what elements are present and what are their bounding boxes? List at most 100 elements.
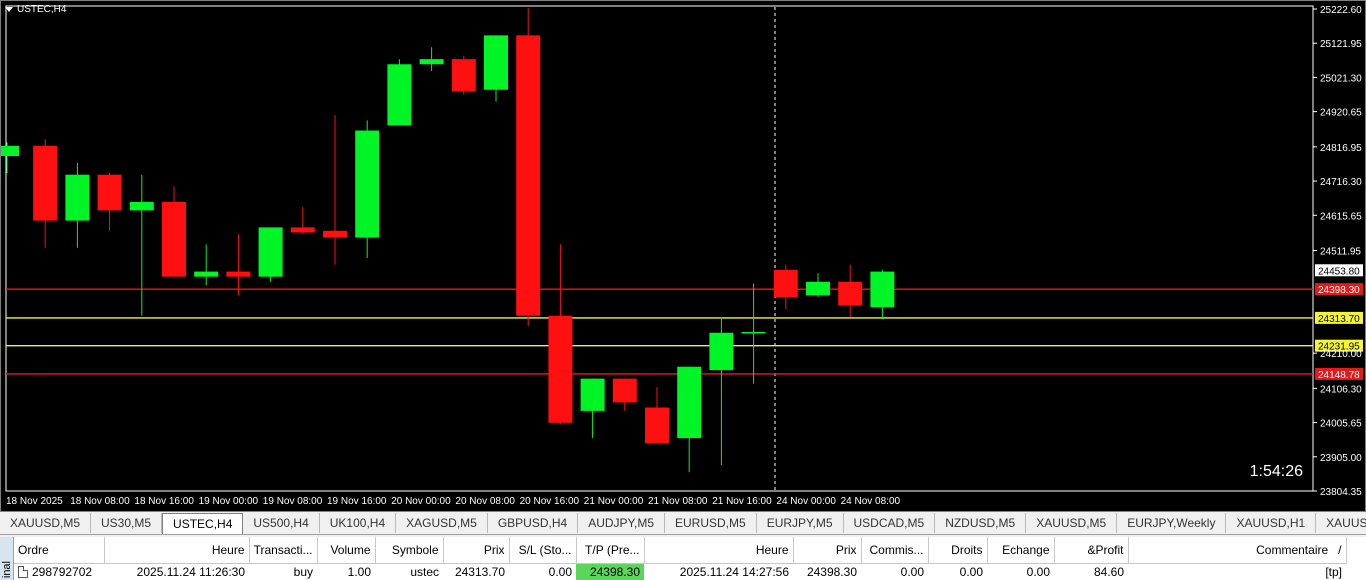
column-header[interactable]: Droits [928, 537, 988, 564]
dropdown-triangle-icon[interactable] [5, 7, 13, 12]
time-tick-label: 18 Nov 2025 [6, 496, 63, 507]
chart-tab-xauusd-m5[interactable]: XAUUSD,M5 [0, 513, 92, 533]
candle-body [290, 227, 315, 233]
chart-tab-nzdusd-m5[interactable]: NZDUSD,M5 [935, 513, 1027, 533]
current-price-label: 24453.80 [1318, 266, 1360, 277]
candle-body [1, 145, 19, 157]
candle [129, 174, 154, 316]
candle [451, 55, 476, 95]
table-cell: 298792702 [14, 563, 104, 580]
candle [33, 139, 58, 248]
price-level-label: 24148.78 [1318, 370, 1360, 381]
time-tick-label: 19 Nov 08:00 [263, 496, 323, 507]
column-header[interactable]: S/L (Sto... [509, 537, 577, 564]
time-tick-label: 24 Nov 08:00 [841, 496, 901, 507]
candle-body [516, 35, 541, 316]
candle [580, 378, 605, 439]
time-tick-label: 18 Nov 08:00 [70, 496, 130, 507]
candle [548, 244, 573, 425]
time-tick-label: 24 Nov 00:00 [776, 496, 836, 507]
column-header[interactable]: &Profit [1054, 537, 1129, 564]
candle [290, 206, 315, 235]
candle-body [258, 227, 283, 277]
chart-tab-us500-h4[interactable]: US500,H4 [243, 513, 320, 533]
candle-body [870, 271, 895, 308]
table-cell: 0.00 [1026, 564, 1050, 579]
table-cell: 0.00 [548, 564, 572, 579]
price-tick-label: 24816.95 [1320, 143, 1362, 154]
candle [484, 35, 508, 102]
chart-tab-ustec-h4[interactable]: USTEC,H4 [162, 513, 244, 534]
chart-symbol-label[interactable]: USTEC,H4 [5, 4, 66, 15]
column-header[interactable]: Heure [644, 537, 794, 564]
candle [65, 162, 90, 248]
time-tick-label: 21 Nov 08:00 [648, 496, 708, 507]
candle [355, 120, 380, 258]
candle-body [645, 407, 669, 444]
chart-tab-uk100-h4[interactable]: UK100,H4 [320, 513, 397, 533]
candle [516, 8, 541, 326]
column-header[interactable]: Transacti... [249, 537, 318, 564]
price-tick-label: 24210.00 [1320, 349, 1362, 360]
price-tick-label: 25021.30 [1320, 73, 1362, 84]
candle-body [773, 269, 798, 298]
chart-tab-xauusd-h1[interactable]: XAUUSD,H1 [1226, 513, 1317, 533]
candle-body [548, 315, 573, 423]
chart-tab-audjpy-m5[interactable]: AUDJPY,M5 [578, 513, 665, 533]
candle [1, 142, 19, 174]
time-tick-label: 20 Nov 08:00 [455, 496, 515, 507]
column-header[interactable]: Commentaire / [1128, 537, 1347, 564]
column-header[interactable]: Heure [104, 537, 250, 564]
time-tick-label: 19 Nov 00:00 [199, 496, 259, 507]
column-header[interactable]: Ordre [14, 537, 105, 564]
column-header[interactable]: Symbole [375, 537, 444, 564]
price-tick-label: 25222.60 [1320, 5, 1362, 16]
chart-tab-us30-m5[interactable]: US30,M5 [91, 513, 163, 533]
candle [162, 186, 186, 277]
candle-body [129, 201, 154, 211]
candle [677, 366, 702, 473]
price-chart[interactable]: 24398.3024313.7024231.9524148.7824453.80… [1, 1, 1365, 511]
column-header[interactable]: Echange [987, 537, 1055, 564]
column-header[interactable]: Volume [317, 537, 376, 564]
time-tick-label: 20 Nov 16:00 [520, 496, 580, 507]
table-cell: 2025.11.24 11:26:30 [136, 564, 245, 579]
column-header[interactable]: Commis... [861, 537, 929, 564]
candle [645, 387, 669, 444]
candle-body [806, 281, 830, 296]
price-tick-label: 24920.65 [1320, 108, 1362, 119]
time-tick-label: 21 Nov 00:00 [584, 496, 644, 507]
chart-tab-usdcad-m5[interactable]: USDCAD,M5 [844, 513, 936, 533]
column-header[interactable]: Prix [793, 537, 862, 564]
candle-body [33, 145, 58, 221]
chart-tab-xagusd-m5[interactable]: XAGUSD,M5 [396, 513, 488, 533]
price-level-label: 24313.70 [1318, 314, 1360, 325]
symbol-text: USTEC,H4 [17, 4, 67, 15]
chart-tab-eurusd-m5[interactable]: EURUSD,M5 [665, 513, 757, 533]
candle [838, 264, 863, 318]
column-header[interactable]: Prix [443, 537, 510, 564]
table-cell: 84.60 [1093, 564, 1124, 579]
bar-countdown: 1:54:26 [1249, 463, 1303, 480]
chart-window[interactable]: 24398.30 24313.70 24231.95 24148.78 24453.80… [0, 0, 1366, 512]
chart-tab-eurjpy-weekly[interactable]: EURJPY,Weekly [1117, 513, 1227, 533]
candle-body [838, 281, 863, 306]
candle [226, 234, 251, 296]
chart-tab-eurjpy-m5[interactable]: EURJPY,M5 [757, 513, 844, 533]
chart-tab-gbpusd-h4[interactable]: GBPUSD,H4 [488, 513, 579, 533]
candle [258, 227, 283, 282]
chart-tab-xauusd-h1[interactable]: XAUUSD,H1 [1316, 513, 1366, 533]
table-cell: 0.00 [959, 564, 983, 579]
candle-body [65, 174, 90, 221]
table-row[interactable]: 298792702 2025.11.24 11:26:30 buy 1.00 ustec… [14, 563, 1346, 580]
candle [773, 264, 798, 309]
column-header[interactable]: T/P (Pre... [576, 537, 645, 564]
table-cell: ustec [410, 564, 439, 579]
table-cell: 1.00 [347, 564, 371, 579]
candle-body [580, 378, 605, 411]
candle-body [419, 59, 444, 65]
price-tick-label: 24106.30 [1320, 384, 1362, 395]
candle [806, 273, 830, 298]
time-tick-label: 21 Nov 16:00 [712, 496, 772, 507]
chart-tab-xauusd-m5[interactable]: XAUUSD,M5 [1026, 513, 1118, 533]
